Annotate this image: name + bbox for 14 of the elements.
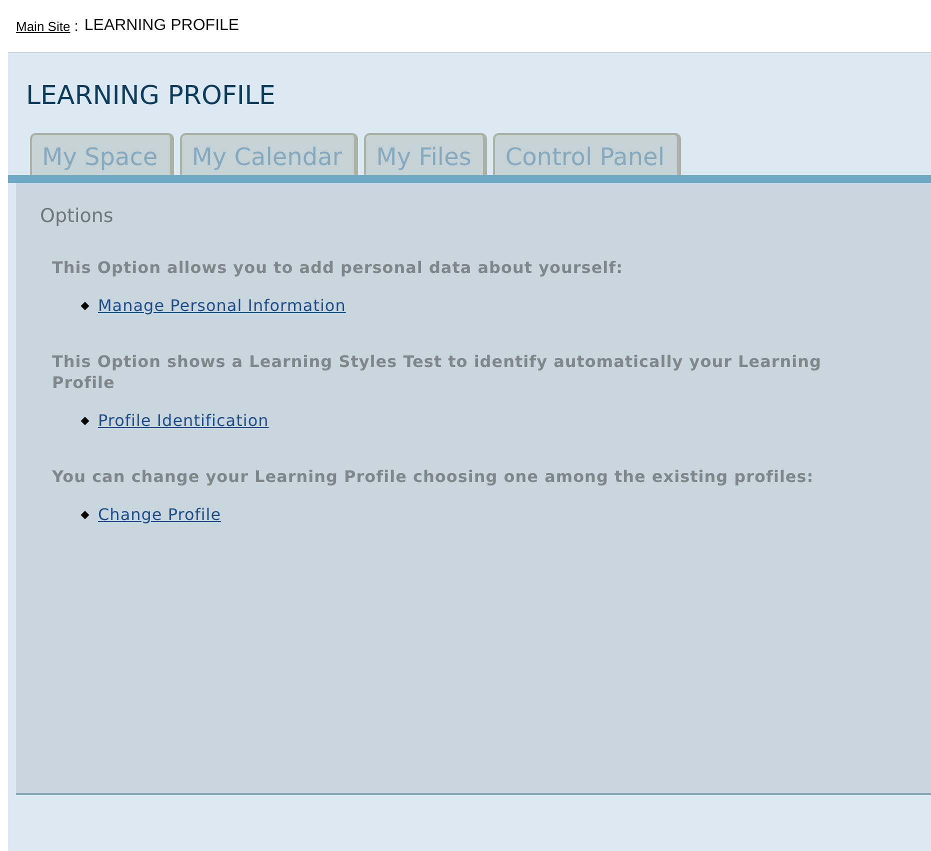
- option-description: You can change your Learning Profile choosing one among the existing profiles:: [52, 466, 815, 487]
- page-title: LEARNING PROFILE: [25, 80, 276, 113]
- bullet-icon: [80, 510, 90, 519]
- bullet-icon: [80, 416, 90, 425]
- option-description: This Option shows a Learning Styles Test to identify automatically your Learning Profile: [52, 351, 822, 393]
- option-link[interactable]: Manage Personal Information: [98, 296, 346, 315]
- bullet-icon: [80, 301, 90, 310]
- option-link[interactable]: Profile Identification: [98, 411, 269, 430]
- option-description: This Option allows you to add personal data about yourself:: [52, 257, 624, 278]
- panel-heading: Options: [40, 205, 114, 227]
- option-link[interactable]: Change Profile: [98, 505, 222, 524]
- main-site-link[interactable]: Main Site: [16, 18, 70, 34]
- breadcrumb-separator: :: [74, 18, 78, 34]
- breadcrumb-current: LEARNING PROFILE: [84, 17, 240, 35]
